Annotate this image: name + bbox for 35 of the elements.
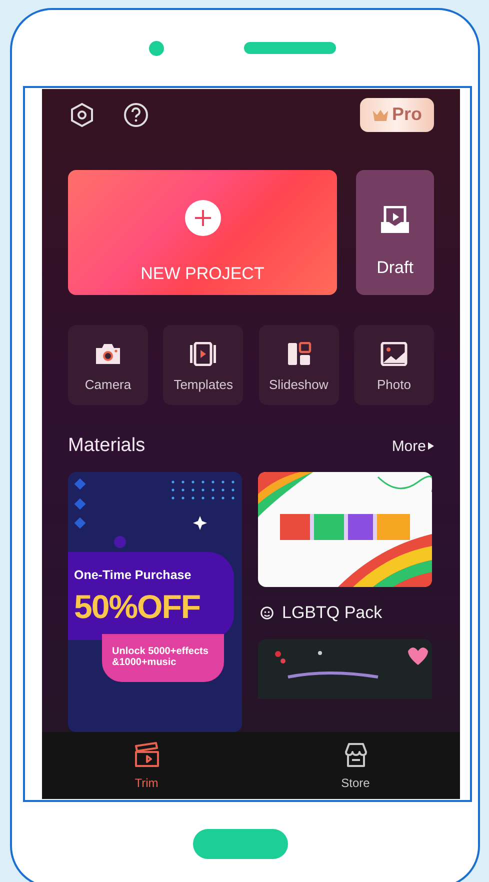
- promo-headline: 50%OFF: [74, 588, 202, 626]
- pack-title[interactable]: LGBTQ Pack: [282, 603, 382, 623]
- tool-button[interactable]: Templates: [163, 325, 244, 405]
- tool-label: Camera: [84, 377, 132, 392]
- crown-icon: [372, 108, 389, 122]
- draft-icon: [380, 206, 410, 234]
- camera-icon: [94, 342, 122, 366]
- pro-label: Pro: [392, 104, 422, 126]
- unlock-text: &1000+music: [112, 657, 178, 668]
- nav-tab[interactable]: Store: [251, 732, 460, 799]
- store-icon: [342, 742, 368, 768]
- tool-label: Templates: [174, 377, 233, 392]
- tool-button[interactable]: Photo: [354, 325, 434, 405]
- camera-dot: [149, 40, 164, 56]
- section-title: Materials: [68, 435, 146, 457]
- nav-tab[interactable]: Trim: [42, 732, 251, 799]
- tool-label: Photo: [376, 377, 411, 392]
- clapperboard-icon: [134, 742, 160, 768]
- image-icon: [380, 342, 408, 366]
- more-link[interactable]: More: [392, 438, 434, 454]
- tool-label: Slideshow: [269, 377, 328, 392]
- play-icon: [428, 442, 434, 450]
- tool-button[interactable]: Camera: [68, 325, 148, 405]
- draft-label: Draft: [376, 258, 414, 278]
- promo-banner[interactable]: One-Time Purchase 50%OFF Unlock 5000+effects &1000+music: [68, 472, 242, 732]
- templates-icon: [189, 342, 218, 366]
- unlock-text: Unlock 5000+effects: [112, 646, 210, 657]
- new-project-label: NEW PROJECT: [140, 264, 264, 284]
- tool-button[interactable]: Slideshow: [258, 325, 339, 405]
- plus-icon: [184, 200, 220, 236]
- sticker-icon: [260, 606, 274, 620]
- help-icon[interactable]: [122, 100, 150, 129]
- promo-subtitle: One-Time Purchase: [74, 568, 192, 582]
- settings-icon[interactable]: [68, 100, 96, 129]
- draft-card[interactable]: Draft: [356, 170, 434, 295]
